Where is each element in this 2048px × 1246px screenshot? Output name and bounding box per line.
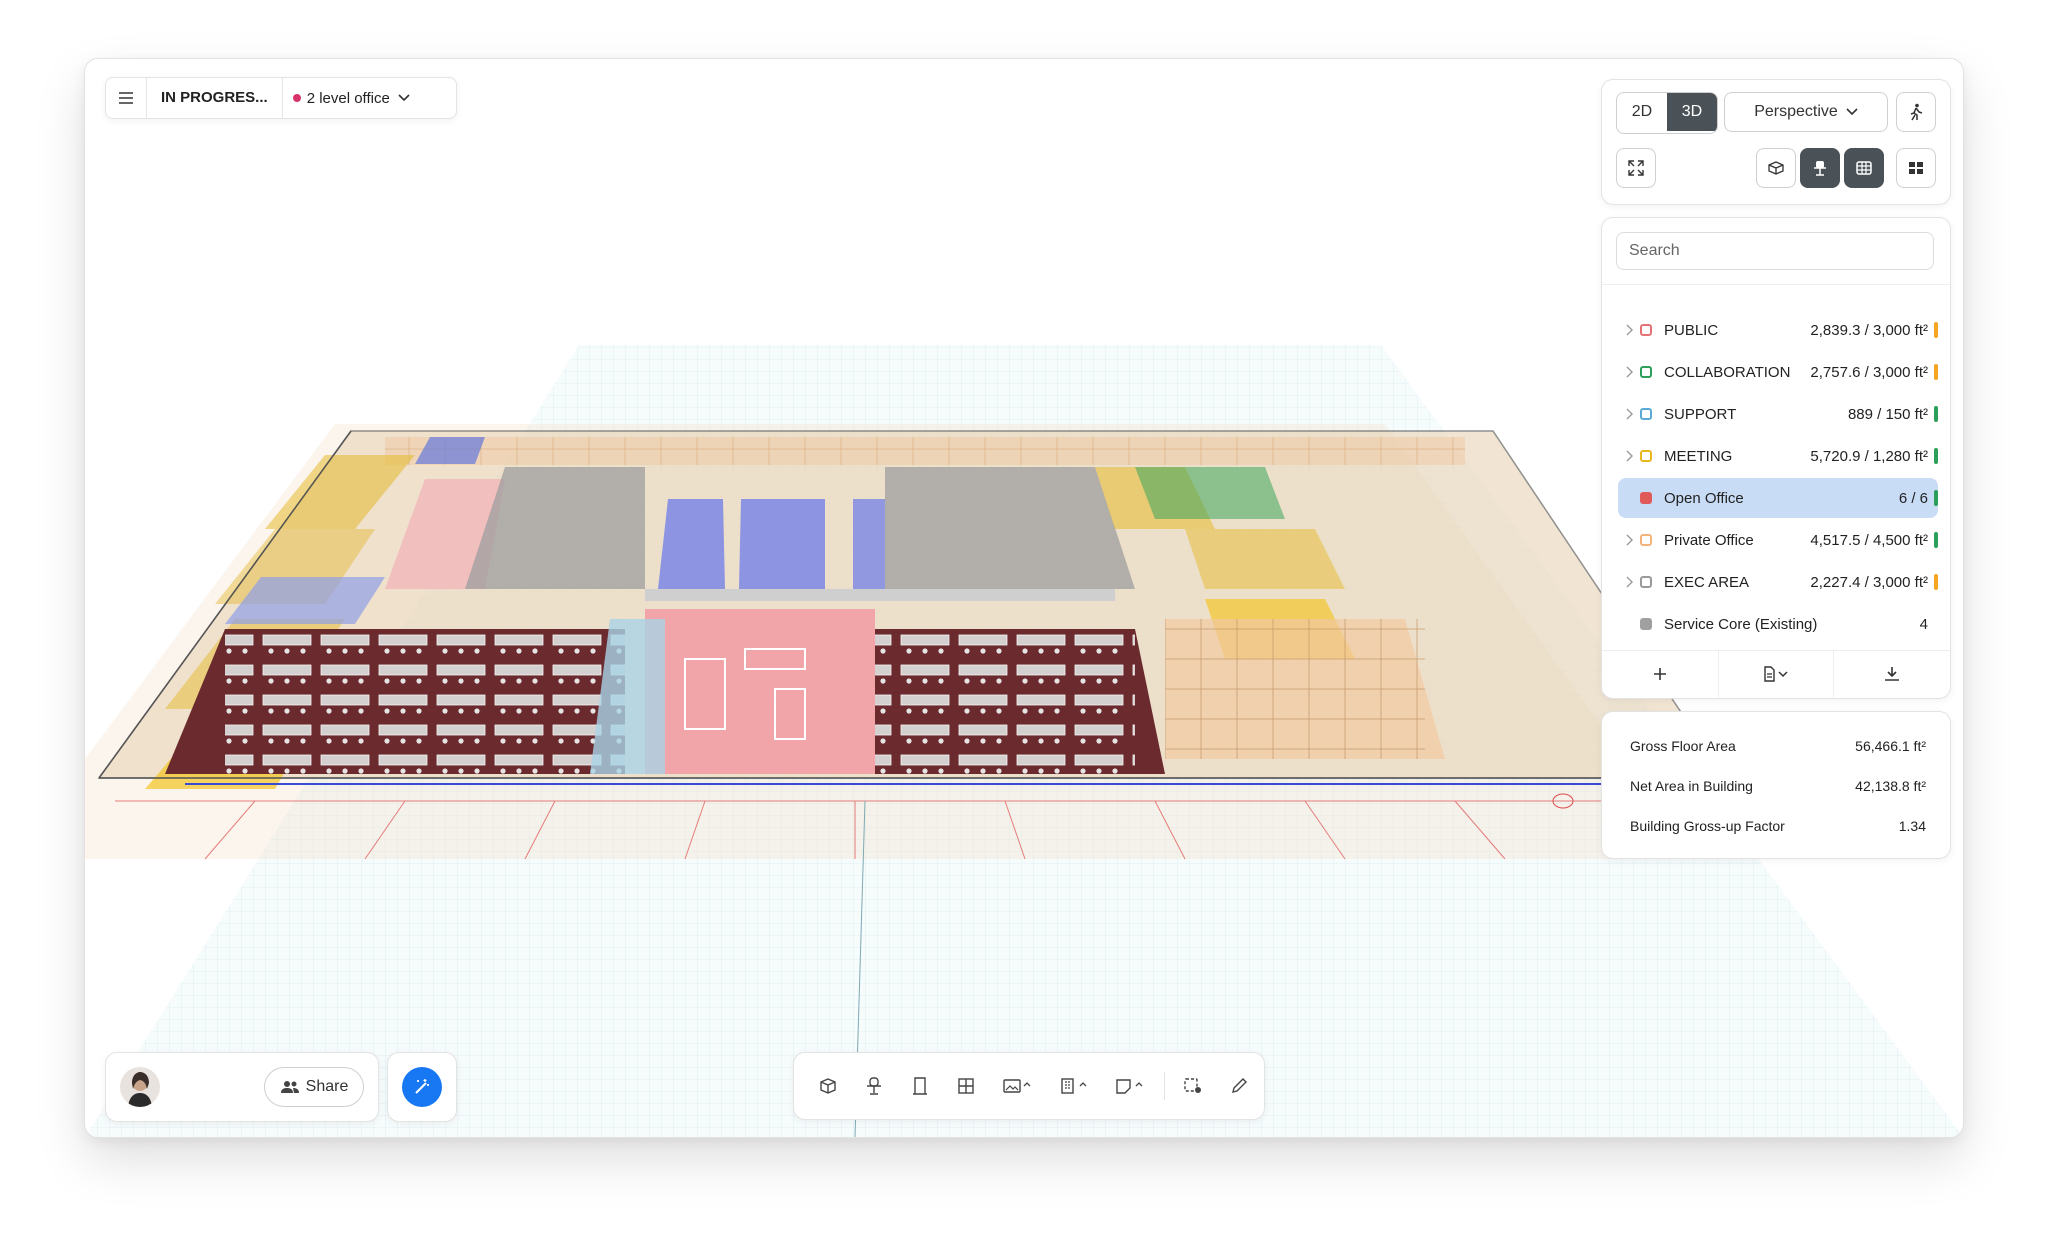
stat-value: 42,138.8 ft² (1855, 778, 1926, 794)
chevron-right-icon[interactable] (1618, 450, 1640, 462)
walking-person-icon[interactable] (1896, 92, 1936, 132)
progress-indicator (1934, 364, 1938, 380)
magic-wand-icon[interactable] (402, 1067, 442, 1107)
user-avatar[interactable] (120, 1067, 160, 1107)
category-row-private-office[interactable]: Private Office 4,517.5 / 4,500 ft² (1618, 520, 1938, 560)
app-window: IN PROGRES... 2 level office 2D 3D Persp… (84, 58, 1964, 1138)
search-input[interactable]: Search (1629, 242, 1680, 260)
chevron-down-icon (1846, 108, 1858, 116)
mode-2d-button[interactable]: 2D (1617, 93, 1667, 131)
stat-row: Net Area in Building 42,138.8 ft² (1630, 774, 1926, 798)
project-selector[interactable]: 2 level office (283, 90, 410, 107)
fit-to-screen-icon[interactable] (1616, 148, 1656, 188)
ai-assistant-panel (387, 1052, 457, 1122)
category-swatch (1640, 534, 1652, 546)
category-swatch (1640, 408, 1652, 420)
mode-3d-button[interactable]: 3D (1667, 93, 1717, 131)
program-panel: Search PUBLIC 2,839.3 / 3,000 ft² COLLAB… (1601, 217, 1951, 699)
progress-indicator (1934, 448, 1938, 464)
chevron-right-icon[interactable] (1618, 576, 1640, 588)
category-swatch (1640, 366, 1652, 378)
category-value: 4 (1919, 615, 1928, 633)
stat-label: Net Area in Building (1630, 778, 1753, 794)
people-icon (280, 1080, 300, 1094)
stat-row: Building Gross-up Factor 1.34 (1630, 814, 1926, 838)
status-dot (292, 94, 301, 102)
sticky-note-icon[interactable] (1104, 1066, 1156, 1106)
stat-row: Gross Floor Area 56,466.1 ft² (1630, 734, 1926, 758)
stat-value: 56,466.1 ft² (1855, 738, 1926, 754)
chevron-right-icon[interactable] (1618, 366, 1640, 378)
category-row-public[interactable]: PUBLIC 2,839.3 / 3,000 ft² (1618, 310, 1938, 350)
dashboard-layer-icon[interactable] (1896, 148, 1936, 188)
category-row-meeting[interactable]: MEETING 5,720.9 / 1,280 ft² (1618, 436, 1938, 476)
category-row-service-core[interactable]: Service Core (Existing) 4 (1618, 604, 1938, 644)
desk-chair-icon[interactable] (854, 1066, 894, 1106)
furniture-layer-icon[interactable] (1800, 148, 1840, 188)
stat-label: Gross Floor Area (1630, 738, 1736, 754)
project-header: IN PROGRES... 2 level office (105, 77, 457, 119)
category-value: 6 / 6 (1898, 489, 1928, 507)
category-value: 2,227.4 / 3,000 ft² (1810, 573, 1928, 591)
category-value: 5,720.9 / 1,280 ft² (1810, 447, 1928, 465)
camera-select[interactable]: Perspective (1724, 92, 1888, 132)
cube-icon[interactable] (808, 1066, 848, 1106)
category-value: 4,517.5 / 4,500 ft² (1810, 531, 1928, 549)
chevron-down-icon (398, 94, 410, 102)
category-name: Private Office (1664, 531, 1754, 549)
selection-icon[interactable] (1173, 1066, 1213, 1106)
category-name: SUPPORT (1664, 405, 1737, 423)
progress-indicator (1934, 532, 1938, 548)
hamburger-menu-icon[interactable] (106, 78, 147, 118)
category-value: 2,757.6 / 3,000 ft² (1810, 363, 1928, 381)
door-icon[interactable] (900, 1066, 940, 1106)
category-name: MEETING (1664, 447, 1733, 465)
box-layer-icon[interactable] (1756, 148, 1796, 188)
category-swatch (1640, 618, 1652, 630)
category-row-collaboration[interactable]: COLLABORATION 2,757.6 / 3,000 ft² (1618, 352, 1938, 392)
progress-indicator (1934, 490, 1938, 506)
stat-label: Building Gross-up Factor (1630, 818, 1785, 834)
view-controls: 2D 3D Perspective (1601, 79, 1951, 205)
progress-indicator (1934, 406, 1938, 422)
category-swatch (1640, 492, 1652, 504)
area-stats-panel: Gross Floor Area 56,466.1 ft² Net Area i… (1601, 711, 1951, 859)
share-button[interactable]: Share (264, 1067, 364, 1107)
camera-label: Perspective (1754, 103, 1838, 120)
building-icon[interactable] (1048, 1066, 1100, 1106)
download-icon[interactable] (1834, 650, 1950, 698)
chevron-right-icon[interactable] (1618, 534, 1640, 546)
collaborators-panel: Share (105, 1052, 379, 1122)
category-row-exec-area[interactable]: EXEC AREA 2,227.4 / 3,000 ft² (1618, 562, 1938, 602)
category-swatch (1640, 576, 1652, 588)
share-label: Share (305, 1078, 349, 1095)
grid-layer-icon[interactable] (1844, 148, 1884, 188)
pencil-icon[interactable] (1219, 1066, 1259, 1106)
add-icon[interactable] (1602, 650, 1718, 698)
category-swatch (1640, 324, 1652, 336)
view-mode-toggle: 2D 3D (1616, 92, 1718, 134)
project-status[interactable]: IN PROGRES... (147, 78, 283, 118)
category-value: 2,839.3 / 3,000 ft² (1810, 321, 1928, 339)
progress-indicator (1934, 574, 1938, 590)
category-name: Open Office (1664, 489, 1744, 507)
project-name: 2 level office (306, 89, 390, 107)
category-value: 889 / 150 ft² (1847, 405, 1928, 423)
category-swatch (1640, 450, 1652, 462)
window-grid-icon[interactable] (946, 1066, 986, 1106)
category-name: PUBLIC (1664, 321, 1719, 339)
category-name: EXEC AREA (1664, 573, 1750, 591)
category-row-support[interactable]: SUPPORT 889 / 150 ft² (1618, 394, 1938, 434)
search-field[interactable]: Search (1616, 232, 1934, 270)
chevron-right-icon[interactable] (1618, 408, 1640, 420)
category-row-open-office[interactable]: Open Office 6 / 6 (1618, 478, 1938, 518)
category-name: COLLABORATION (1664, 363, 1791, 381)
chevron-right-icon[interactable] (1618, 324, 1640, 336)
category-name: Service Core (Existing) (1664, 615, 1818, 633)
progress-indicator (1934, 322, 1938, 338)
tools-toolbar (793, 1052, 1265, 1120)
image-icon[interactable] (992, 1066, 1044, 1106)
document-dropdown-icon[interactable] (1718, 650, 1834, 698)
stat-value: 1.34 (1898, 818, 1926, 834)
